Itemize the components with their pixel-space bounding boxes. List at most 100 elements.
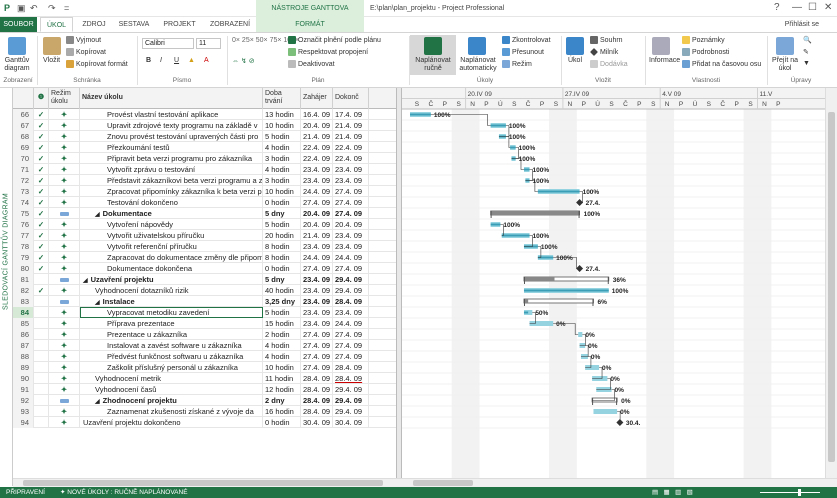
tab-format[interactable]: FORMÁT xyxy=(256,17,364,32)
duration-cell[interactable]: 16 hodin xyxy=(263,406,301,417)
close-button[interactable]: ✕ xyxy=(824,2,832,13)
underline-button[interactable]: U xyxy=(174,57,179,64)
duration-cell[interactable]: 10 hodin xyxy=(263,120,301,131)
finish-cell[interactable]: 29.4. 09 xyxy=(333,384,369,395)
add-timeline-button[interactable]: Přidat na časovou osu xyxy=(682,60,761,68)
help-button[interactable]: ? xyxy=(774,2,780,13)
respect-links-button[interactable]: Respektovat propojení xyxy=(288,48,368,56)
task-name-cell[interactable]: Vyhodnocení dotazníků rizik xyxy=(80,285,263,296)
highlight-color-icon[interactable]: ▲ xyxy=(188,57,195,64)
start-cell[interactable]: 23.4. 09 xyxy=(301,318,333,329)
start-cell[interactable]: 24.4. 09 xyxy=(301,186,333,197)
start-cell[interactable]: 22.4. 09 xyxy=(301,142,333,153)
select-all-cell[interactable] xyxy=(13,88,34,109)
finish-cell[interactable]: 23.4. 09 xyxy=(333,241,369,252)
row-id[interactable]: 71 xyxy=(13,164,34,175)
duration-cell[interactable]: 10 hodin xyxy=(263,186,301,197)
table-row[interactable]: 73 ✓ ✦ Zpracovat připomínky zákazníka k bet… xyxy=(13,186,396,197)
table-row[interactable]: 75 ✓ ◢ Dokumentace 5 dny 20.4. 09 27.4. 09 xyxy=(13,208,396,219)
table-row[interactable]: 67 ✓ ✦ Upravit zdrojové texty programu na z… xyxy=(13,120,396,131)
finish-cell[interactable]: 28.4. 09 xyxy=(333,373,369,384)
task-name-cell[interactable]: Upravit zdrojové texty programu na zákla… xyxy=(80,120,263,131)
task-name-cell[interactable]: Představit zákazníkovi beta verzi progra… xyxy=(80,175,263,186)
notes-button[interactable]: Poznámky xyxy=(682,36,725,44)
task-name-cell[interactable]: Zpracovat připomínky zákazníka k beta ve… xyxy=(80,186,263,197)
start-cell[interactable]: 28.4. 09 xyxy=(301,395,333,406)
tab-task[interactable]: ÚKOL xyxy=(40,17,73,32)
tab-resource[interactable]: ZDROJ xyxy=(76,17,112,32)
row-id[interactable]: 66 xyxy=(13,109,34,120)
cut-button[interactable]: Vyjmout xyxy=(66,36,101,44)
start-cell[interactable]: 22.4. 09 xyxy=(301,153,333,164)
task-name-cell[interactable]: Uzavření projektu dokončeno xyxy=(80,417,263,428)
gantt-view-button[interactable]: Ganttův diagram xyxy=(4,57,30,73)
duration-cell[interactable]: 5 hodin xyxy=(263,219,301,230)
mark-on-track-button[interactable]: Označit plnění podle plánu xyxy=(288,36,381,44)
maximize-button[interactable]: ☐ xyxy=(808,2,817,13)
format-painter-button[interactable]: Kopírovat formát xyxy=(66,60,128,68)
table-row[interactable]: 66 ✓ ✦ Provést vlastní testování aplikace 13… xyxy=(13,109,396,120)
finish-cell[interactable]: 27.4. 09 xyxy=(333,263,369,274)
table-row[interactable]: 79 ✓ ✦ Zapracovat do dokumentace změny dle … xyxy=(13,252,396,263)
start-cell[interactable]: 20.4. 09 xyxy=(301,219,333,230)
start-cell[interactable]: 28.4. 09 xyxy=(301,384,333,395)
start-cell[interactable]: 21.4. 09 xyxy=(301,230,333,241)
zoom-slider[interactable] xyxy=(760,492,820,493)
duration-cell[interactable]: 40 hodin xyxy=(263,285,301,296)
duration-cell[interactable]: 5 hodin xyxy=(263,131,301,142)
task-name-cell[interactable]: ◢ Zhodnocení projektu xyxy=(80,395,263,406)
summary-button[interactable]: Souhrn xyxy=(590,36,623,44)
row-id[interactable]: 72 xyxy=(13,175,34,186)
duration-cell[interactable]: 0 hodin xyxy=(263,197,301,208)
collapse-toggle-icon[interactable]: ◢ xyxy=(95,212,100,218)
table-row[interactable]: 87 ✦ Instalovat a zavést software u zákazn… xyxy=(13,340,396,351)
row-id[interactable]: 94 xyxy=(13,417,34,428)
start-cell[interactable]: 23.4. 09 xyxy=(301,285,333,296)
undo-icon[interactable]: ↶ xyxy=(30,3,38,14)
row-id[interactable]: 73 xyxy=(13,186,34,197)
finish-cell[interactable]: 22.4. 09 xyxy=(333,142,369,153)
horizontal-scrollbar[interactable] xyxy=(13,478,837,487)
duration-cell[interactable]: 15 hodin xyxy=(263,318,301,329)
start-column-header[interactable]: Zahájer xyxy=(301,88,333,109)
start-cell[interactable]: 27.4. 09 xyxy=(301,329,333,340)
table-row[interactable]: 92 ◢ Zhodnocení projektu 2 dny 28.4. 09 29.4.… xyxy=(13,395,396,406)
italic-button[interactable]: I xyxy=(160,57,162,64)
start-cell[interactable]: 23.4. 09 xyxy=(301,274,333,285)
finish-cell[interactable]: 17.4. 09 xyxy=(333,109,369,120)
mode-column-header[interactable]: Režim úkolu xyxy=(49,88,80,109)
duration-cell[interactable]: 3 hodin xyxy=(263,153,301,164)
fill-icon[interactable]: ▼ xyxy=(803,60,810,67)
start-cell[interactable]: 30.4. 09 xyxy=(301,417,333,428)
font-size-select[interactable]: 11 xyxy=(196,38,221,49)
task-name-cell[interactable]: Připravit beta verzi programu pro zákazn… xyxy=(80,153,263,164)
finish-cell[interactable]: 28.4. 09 xyxy=(333,362,369,373)
collapse-toggle-icon[interactable]: ◢ xyxy=(95,300,100,306)
task-name-cell[interactable]: Vytvoření nápovědy xyxy=(80,219,263,230)
move-button[interactable]: Přesunout xyxy=(502,48,544,56)
duration-cell[interactable]: 3,25 dny xyxy=(263,296,301,307)
row-id[interactable]: 84 xyxy=(13,307,34,318)
finish-cell[interactable]: 29.4. 09 xyxy=(333,395,369,406)
duration-cell[interactable]: 3 hodin xyxy=(263,175,301,186)
table-row[interactable]: 82 ✓ ✦ Vyhodnocení dotazníků rizik 40 hodin 2… xyxy=(13,285,396,296)
collapse-toggle-icon[interactable]: ◢ xyxy=(95,399,100,405)
duration-column-header[interactable]: Doba trvání xyxy=(263,88,301,109)
scroll-thumb-gantt[interactable] xyxy=(413,480,473,486)
table-row[interactable]: 83 ◢ Instalace 3,25 dny 23.4. 09 28.4. 09 xyxy=(13,296,396,307)
finish-cell[interactable]: 23.4. 09 xyxy=(333,230,369,241)
tab-view[interactable]: ZOBRAZENÍ xyxy=(204,17,256,32)
information-button[interactable]: Informace xyxy=(649,57,680,64)
start-cell[interactable]: 23.4. 09 xyxy=(301,164,333,175)
row-id[interactable]: 75 xyxy=(13,208,34,219)
task-name-cell[interactable]: Vyhodnocení metrik xyxy=(80,373,263,384)
task-name-cell[interactable]: ◢ Instalace xyxy=(80,296,263,307)
table-row[interactable]: 89 ✦ Zaškolit příslušný personál u zákazní… xyxy=(13,362,396,373)
find-icon[interactable]: 🔍 xyxy=(803,36,812,44)
paste-button[interactable]: Vložit xyxy=(43,57,60,64)
row-id[interactable]: 92 xyxy=(13,395,34,406)
customize-qat-icon[interactable]: = xyxy=(64,3,69,13)
manual-schedule-button[interactable]: Naplánovat ručně xyxy=(412,57,454,73)
table-row[interactable]: 81 ◢ Uzavření projektu 5 dny 23.4. 09 29.4. 0… xyxy=(13,274,396,285)
finish-cell[interactable]: 23.4. 09 xyxy=(333,175,369,186)
